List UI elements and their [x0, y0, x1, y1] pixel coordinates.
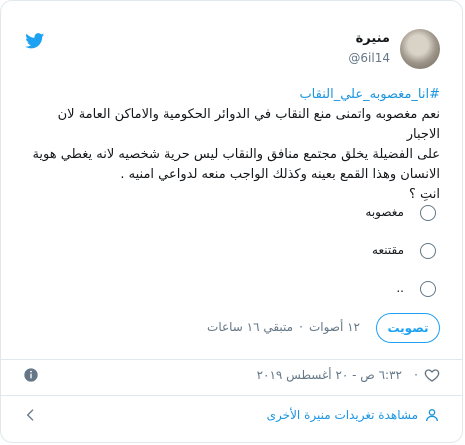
info-icon[interactable]	[23, 367, 39, 383]
tweet-text-line: الانسان وهذا القمع بعينه وكذلك الواجب من…	[120, 167, 440, 182]
radio-button[interactable]	[420, 243, 436, 259]
chevron-left-icon[interactable]	[23, 407, 39, 423]
tweet-timestamp[interactable]: ٦:٣٢ ص - ٢٠ أغسطس ٢٠١٩	[257, 368, 402, 382]
tweet-text-line: على الفضيلة يخلق مجتمع منافق والنقاب ليس…	[32, 147, 440, 162]
person-icon	[426, 409, 438, 422]
poll-option-label: مقتنعه	[372, 243, 404, 257]
poll-option-label: ..	[396, 281, 404, 295]
poll-option[interactable]: مقتنعه	[23, 239, 440, 265]
poll-meta: ١٢ أصوات · متبقي ١٦ ساعات	[207, 320, 360, 334]
poll-option[interactable]: مغصوبه	[23, 201, 440, 227]
radio-button[interactable]	[420, 205, 436, 221]
user-handle[interactable]: @6il14	[348, 51, 390, 65]
time-remaining: متبقي ١٦ ساعات	[207, 320, 294, 334]
meta-separator: ·	[299, 320, 303, 334]
heart-icon[interactable]	[424, 367, 440, 383]
radio-button[interactable]	[420, 281, 436, 297]
avatar[interactable]	[400, 29, 440, 69]
more-tweets-label: مشاهدة تغريدات منيرة الأخرى	[266, 408, 418, 422]
tweet-body: #انا_مغصوبه_علي_النقاب نعم مغصوبه واتمنى…	[23, 85, 440, 205]
more-tweets-link[interactable]: مشاهدة تغريدات منيرة الأخرى	[23, 405, 440, 429]
tweet-header: منيرة @6il14	[23, 27, 440, 73]
divider	[1, 395, 462, 396]
divider	[1, 359, 462, 360]
twitter-bird-icon[interactable]	[25, 33, 45, 49]
vote-button[interactable]: تصويت	[376, 313, 440, 343]
vote-count: ١٢ أصوات	[308, 320, 360, 334]
poll-option-label: مغصوبه	[365, 205, 404, 219]
user-name[interactable]: منيرة	[356, 31, 390, 46]
tweet-text-line: نعم مغصوبه واتمنى منع النقاب في الدوائر …	[57, 107, 440, 142]
hashtag-link[interactable]: #انا_مغصوبه_علي_النقاب	[23, 85, 440, 105]
poll-option[interactable]: ..	[23, 277, 440, 303]
poll: مغصوبه مقتنعه ..	[23, 201, 440, 315]
tweet-footer: · ٦:٣٢ ص - ٢٠ أغسطس ٢٠١٩	[23, 365, 440, 389]
tweet-card: منيرة @6il14 #انا_مغصوبه_علي_النقاب نعم …	[0, 0, 463, 443]
poll-footer: تصويت ١٢ أصوات · متبقي ١٦ ساعات	[23, 313, 440, 345]
meta-separator: ·	[414, 368, 418, 382]
